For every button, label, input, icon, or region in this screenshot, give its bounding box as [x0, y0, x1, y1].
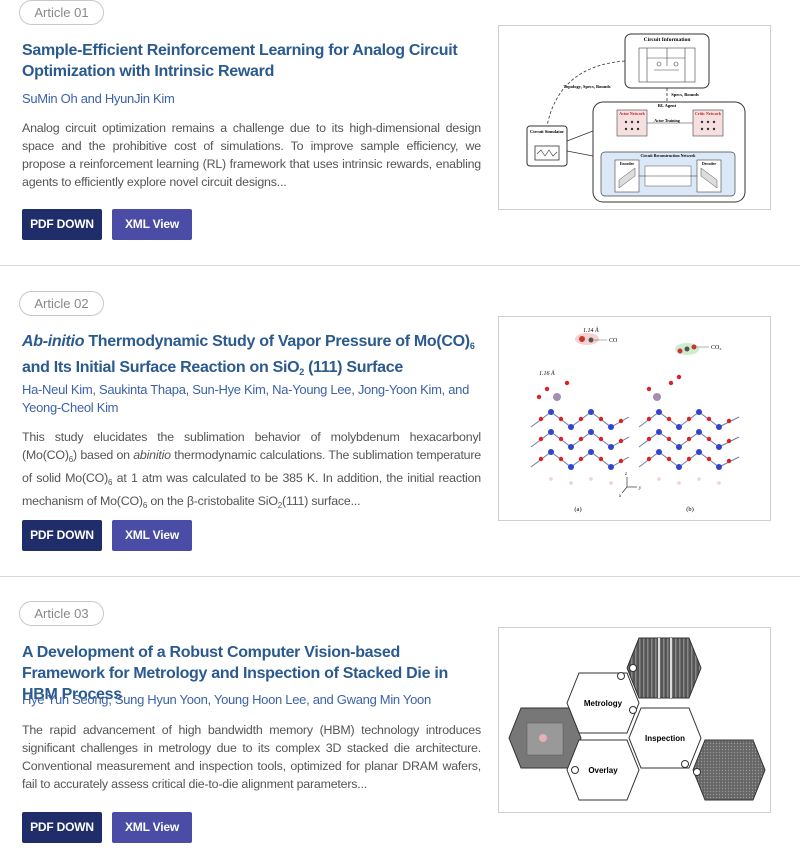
pattern-image-hex	[692, 739, 766, 801]
title-italic: Ab-initio	[22, 333, 85, 350]
topology-specs-label: Topology, Specs, Bounds	[563, 84, 610, 89]
rl-framework-diagram: Circuit Information Topology, Specs, Bou…	[526, 33, 746, 203]
decoder-label: Decoder	[702, 161, 716, 166]
article-badge: Article 02	[19, 291, 104, 316]
hexagon-framework-diagram: Metrology Inspection Overlay	[508, 637, 766, 801]
pdf-download-button[interactable]: PDF DOWN	[22, 812, 102, 843]
article-abstract: This study elucidates the sublimation be…	[22, 428, 481, 515]
distance-label: 1.14 Å	[583, 326, 599, 334]
metrology-label: Metrology	[584, 699, 623, 708]
encoder-label: Encoder	[620, 161, 635, 166]
specs-bounds-label: Specs, Bounds	[671, 92, 699, 97]
article-card-02: Article 02 Ab-initio Thermodynamic Study…	[0, 266, 800, 577]
article-figure[interactable]: Metrology Inspection Overlay	[498, 627, 771, 813]
title-subscript: 6	[469, 341, 475, 351]
axis-indicator	[621, 477, 637, 494]
panel-a-label: (a)	[574, 506, 581, 513]
title-part: and Its Initial Surface Reaction on SiO	[22, 359, 300, 376]
critic-network-label: Critic Network	[695, 111, 722, 116]
co-label: CO	[609, 338, 618, 344]
article-abstract: Analog circuit optimization remains a ch…	[22, 121, 481, 189]
abstract-part: (111) surface...	[282, 494, 361, 508]
article-authors: Ha-Neul Kim, Saukinta Thapa, Sun-Hye Kim…	[22, 382, 470, 415]
sem-image-hex	[626, 637, 702, 699]
axis-z-label: z	[624, 472, 627, 477]
actor-network-label: Actor Network	[619, 111, 645, 116]
circuit-simulator-label: Circuit Simulator	[530, 129, 564, 134]
abstract-italic: abinitio	[133, 448, 171, 462]
abstract-part: ) based on	[73, 448, 134, 462]
panel-b-label: (b)	[686, 506, 694, 513]
title-part: Thermodynamic Study of Vapor Pressure of…	[84, 333, 470, 350]
overlay-label: Overlay	[588, 766, 618, 775]
xml-view-button[interactable]: XML View	[112, 209, 192, 240]
lattice-structure-a	[530, 380, 630, 485]
article-figure[interactable]: Circuit Information Topology, Specs, Bou…	[498, 25, 771, 210]
lattice-structure-b	[638, 374, 740, 485]
axis-x-label: x	[618, 494, 622, 499]
molecular-structure-figure: CO 1.14 Å CO₂ 1.16 Å y z x (a) (b)	[530, 326, 740, 513]
xml-view-button[interactable]: XML View	[112, 812, 192, 843]
circuit-information-label: Circuit Information	[644, 37, 691, 43]
article-badge: Article 03	[19, 601, 104, 626]
pdf-download-button[interactable]: PDF DOWN	[22, 520, 102, 551]
axis-y-label: y	[638, 486, 642, 491]
rl-agent-label: RL Agent	[658, 103, 677, 108]
inspection-label: Inspection	[645, 734, 685, 743]
article-title[interactable]: Sample-Efficient Reinforcement Learning …	[22, 40, 482, 82]
pdf-download-button[interactable]: PDF DOWN	[22, 209, 102, 240]
article-title[interactable]: Ab-initio Thermodynamic Study of Vapor P…	[22, 331, 482, 383]
abstract-part: on the β-cristobalite SiO	[147, 494, 278, 508]
title-part: (111) Surface	[303, 359, 403, 376]
distance-label: 1.16 Å	[539, 369, 555, 377]
co2-label: CO₂	[711, 345, 721, 351]
article-badge: Article 01	[19, 0, 104, 25]
article-figure[interactable]: CO 1.14 Å CO₂ 1.16 Å y z x (a) (b)	[498, 316, 771, 521]
article-authors: Hye Yun Seong, Sung Hyun Yoon, Young Hoo…	[22, 692, 431, 707]
xml-view-button[interactable]: XML View	[112, 520, 192, 551]
article-abstract: The rapid advancement of high bandwidth …	[22, 723, 481, 791]
article-card-01: Article 01 Sample-Efficient Reinforcemen…	[0, 0, 800, 266]
reconstruction-network-label: Circuit Reconstruction Network	[640, 153, 696, 158]
article-authors: SuMin Oh and HyunJin Kim	[22, 91, 175, 106]
actor-training-label: Actor Training	[654, 118, 679, 123]
article-card-03: Article 03 A Development of a Robust Com…	[0, 577, 800, 868]
